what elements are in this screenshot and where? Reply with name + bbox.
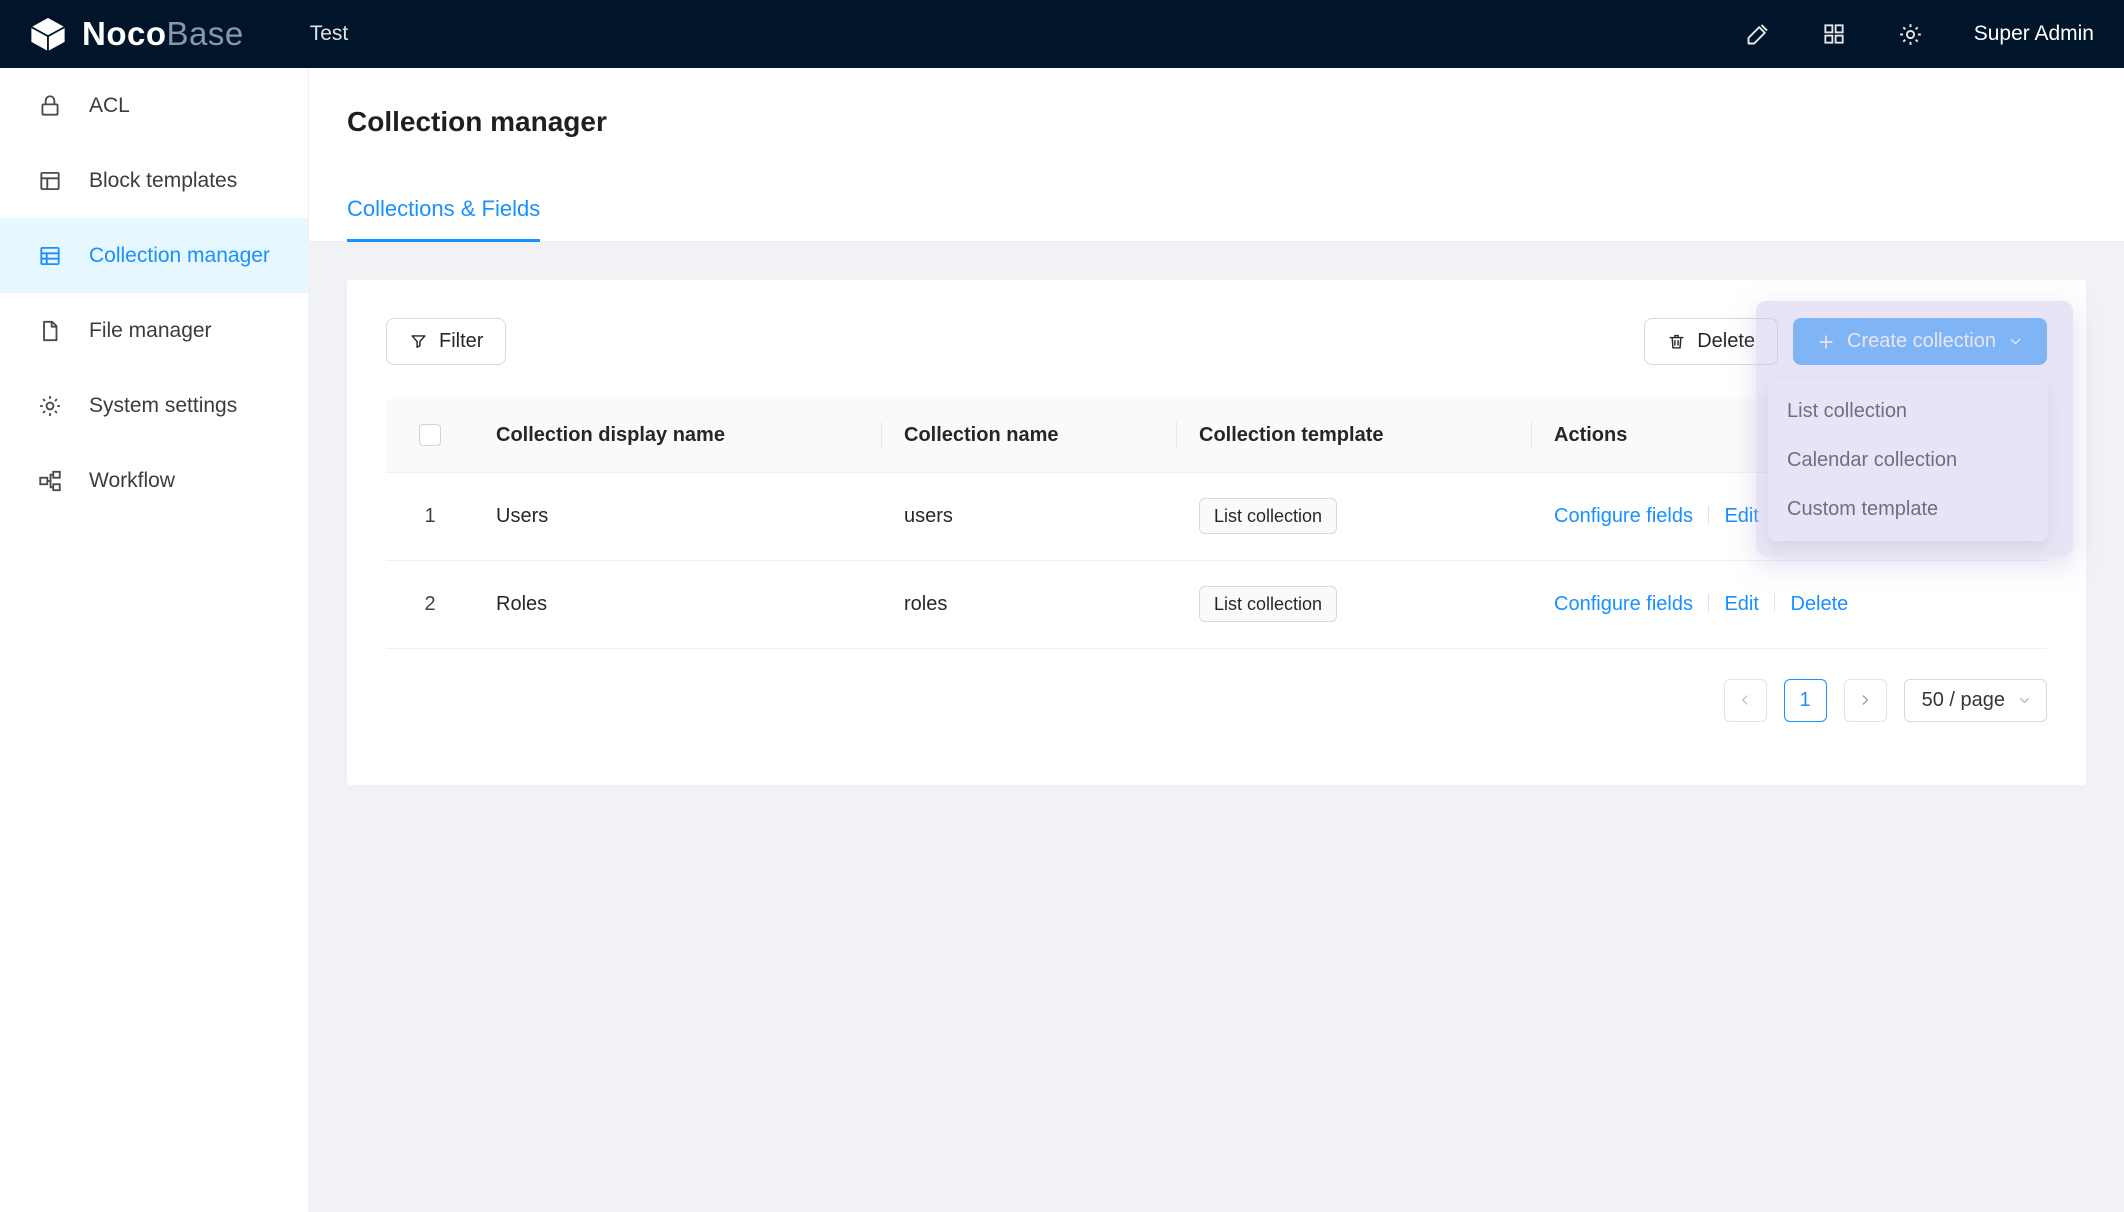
column-header-name: Collection name <box>882 399 1177 472</box>
sidebar-item-label: Workflow <box>89 469 175 493</box>
highlight-icon[interactable] <box>1744 21 1771 48</box>
page-size-select[interactable]: 50 / page <box>1904 679 2047 722</box>
layout-icon <box>37 168 63 194</box>
pagination-next-button[interactable] <box>1844 679 1887 722</box>
create-collection-dropdown: List collection Calendar collection Cust… <box>1768 380 2048 541</box>
column-header-template: Collection template <box>1177 399 1532 472</box>
tabs-bar: Collections & Fields <box>309 196 2124 242</box>
top-right-actions: Super Admin <box>1744 21 2094 48</box>
page-title: Collection manager <box>347 106 2124 138</box>
trash-icon <box>1667 332 1686 351</box>
delete-link[interactable]: Delete <box>1790 593 1848 615</box>
settings-icon[interactable] <box>1897 21 1924 48</box>
table-icon <box>37 243 63 269</box>
sidebar-item-label: Block templates <box>89 169 237 193</box>
select-all-checkbox[interactable] <box>419 424 441 446</box>
settings-sidebar: ACL Block templates Collection manager <box>0 68 309 1212</box>
table-row: 2 Roles roles List collection Configure … <box>386 560 2047 648</box>
current-user[interactable]: Super Admin <box>1974 22 2094 46</box>
chevron-right-icon <box>1857 692 1873 708</box>
gear-icon <box>37 393 63 419</box>
sidebar-item-label: File manager <box>89 319 212 343</box>
sidebar-item-acl[interactable]: ACL <box>0 68 308 143</box>
sidebar-item-system-settings[interactable]: System settings <box>0 368 308 443</box>
row-index: 2 <box>419 593 441 616</box>
create-collection-button[interactable]: Create collection <box>1793 318 2047 365</box>
delete-button[interactable]: Delete <box>1644 318 1778 365</box>
template-tag: List collection <box>1199 586 1337 622</box>
edit-link[interactable]: Edit <box>1724 505 1758 527</box>
app-root: NocoBase Test Super Admin <box>0 0 2124 1212</box>
column-header-display-name: Collection display name <box>474 399 882 472</box>
sidebar-item-label: ACL <box>89 94 130 118</box>
dropdown-item-list-collection[interactable]: List collection <box>1768 387 2048 436</box>
pagination-page-1[interactable]: 1 <box>1784 679 1827 722</box>
file-icon <box>37 318 63 344</box>
pagination: 1 50 / page <box>386 679 2047 722</box>
card-toolbar: Filter Delete <box>386 318 2047 365</box>
configure-fields-link[interactable]: Configure fields <box>1554 505 1693 527</box>
top-header: NocoBase Test Super Admin <box>0 0 2124 68</box>
configure-fields-link[interactable]: Configure fields <box>1554 593 1693 615</box>
cell-display-name: Roles <box>474 560 882 648</box>
filter-icon <box>409 332 428 351</box>
chevron-down-icon <box>2007 333 2024 350</box>
sidebar-item-collection-manager[interactable]: Collection manager <box>0 218 308 293</box>
plus-icon <box>1816 332 1836 352</box>
dropdown-item-calendar-collection[interactable]: Calendar collection <box>1768 436 2048 485</box>
filter-button[interactable]: Filter <box>386 318 506 365</box>
nocobase-logo[interactable]: NocoBase <box>27 15 244 54</box>
logo-cube-icon <box>27 15 69 54</box>
lock-icon <box>37 93 63 119</box>
dropdown-item-custom-template[interactable]: Custom template <box>1768 485 2048 534</box>
sidebar-item-block-templates[interactable]: Block templates <box>0 143 308 218</box>
sidebar-item-label: System settings <box>89 394 237 418</box>
chevron-down-icon <box>2017 693 2032 708</box>
row-index: 1 <box>419 505 441 528</box>
cell-collection-name: users <box>882 472 1177 560</box>
template-tag: List collection <box>1199 498 1337 534</box>
workflow-icon <box>37 468 63 494</box>
page-head: Collection manager <box>309 68 2124 138</box>
edit-link[interactable]: Edit <box>1724 593 1758 615</box>
sidebar-item-label: Collection manager <box>89 244 270 268</box>
chevron-left-icon <box>1737 692 1753 708</box>
cell-display-name: Users <box>474 472 882 560</box>
pagination-prev-button[interactable] <box>1724 679 1767 722</box>
tab-collections-fields[interactable]: Collections & Fields <box>347 196 540 242</box>
top-menu-test[interactable]: Test <box>300 22 359 46</box>
cell-collection-name: roles <box>882 560 1177 648</box>
apps-icon[interactable] <box>1821 21 1847 47</box>
sidebar-item-file-manager[interactable]: File manager <box>0 293 308 368</box>
logo-text: NocoBase <box>82 15 244 53</box>
sidebar-item-workflow[interactable]: Workflow <box>0 443 308 518</box>
